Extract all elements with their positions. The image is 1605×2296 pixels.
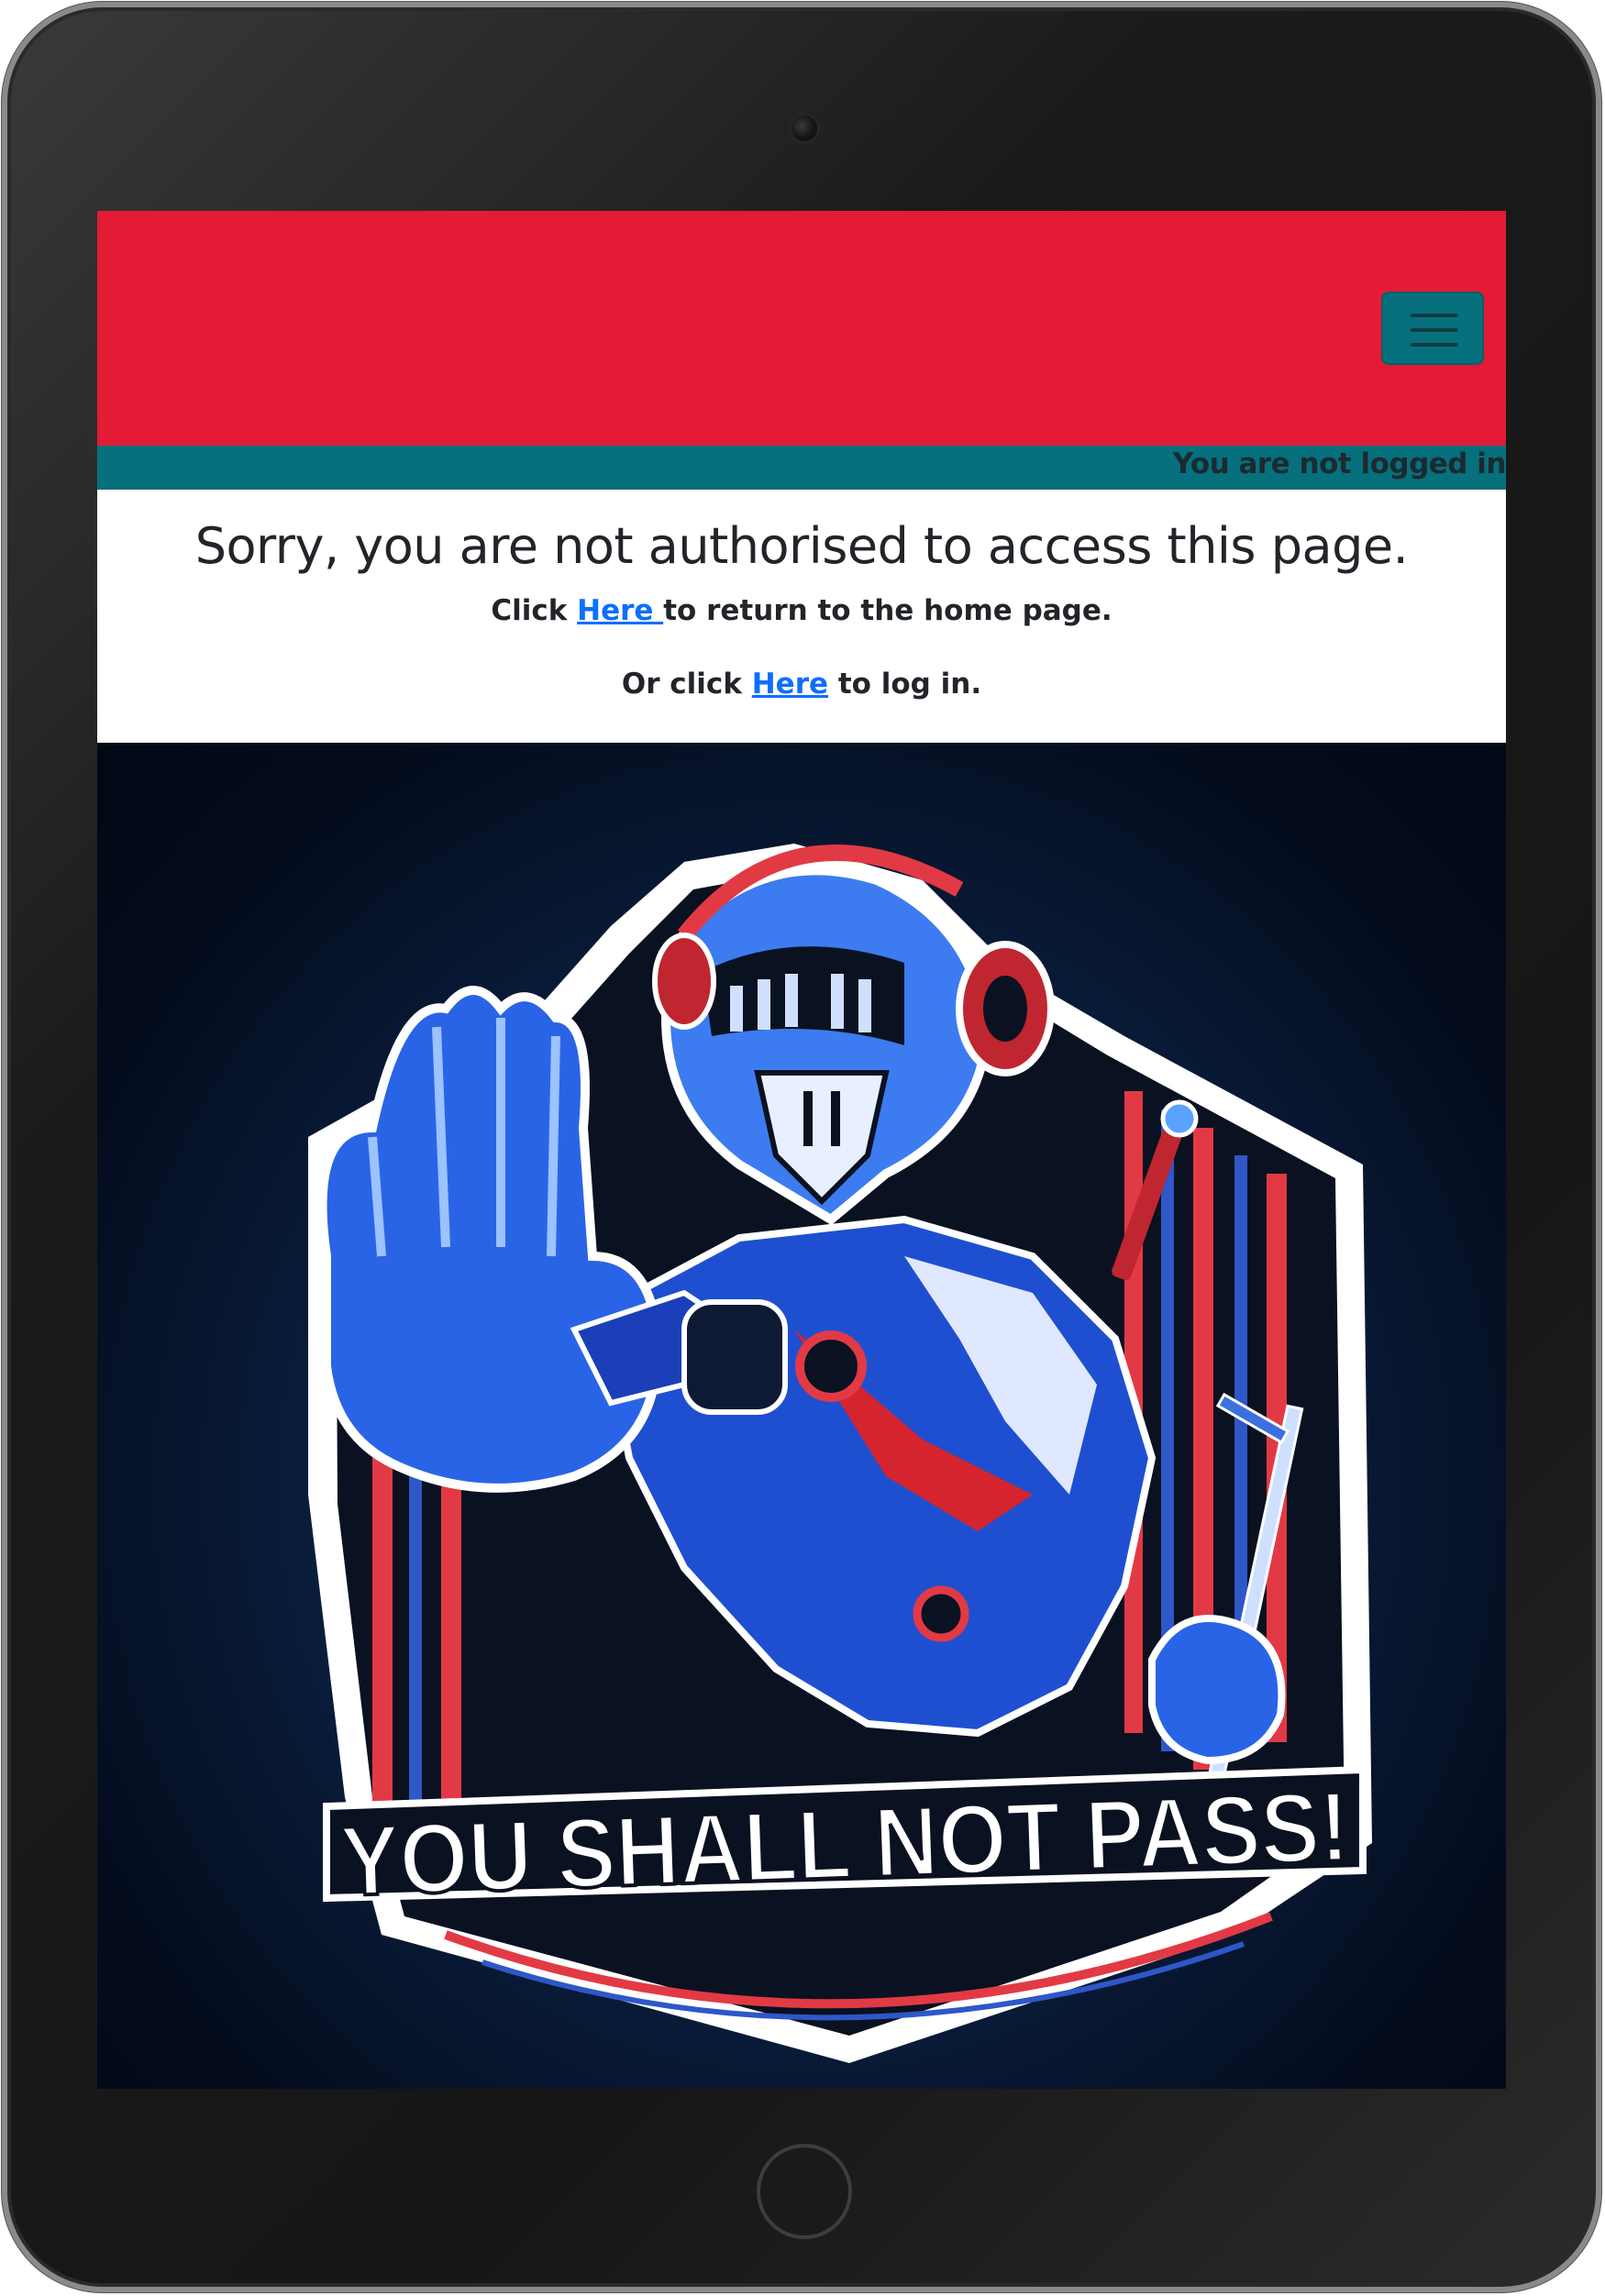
home-button[interactable] (757, 2144, 852, 2239)
menu-bar (1411, 343, 1458, 347)
camera-icon (791, 116, 817, 141)
login-suffix-text: to log in. (828, 668, 982, 701)
menu-bar (1411, 314, 1458, 317)
access-denied-panel: Sorry, you are not authorised to access … (97, 490, 1506, 743)
knight-illustration: YOU SHALL NOT PASS! (308, 844, 1372, 2063)
emblem (913, 1585, 969, 1642)
login-prefix-text: Or click (621, 668, 752, 701)
home-prefix-text: Click (491, 594, 578, 627)
login-status-text: You are not logged in (1172, 447, 1506, 480)
home-link-line: Click Here to return to the home page. (97, 594, 1506, 627)
login-link-line: Or click Here to log in. (97, 668, 1506, 701)
login-status-bar: You are not logged in (97, 446, 1506, 490)
emblem (795, 1330, 867, 1402)
site-header (97, 211, 1506, 446)
login-link[interactable]: Here (752, 668, 828, 701)
knight-mascot-image: YOU SHALL NOT PASS! (97, 743, 1506, 2089)
home-link[interactable]: Here (577, 594, 663, 627)
hamburger-menu-icon[interactable] (1381, 292, 1484, 365)
home-suffix-text: to return to the home page. (663, 594, 1112, 627)
tablet-frame: You are not logged in Sorry, you are not… (2, 2, 1601, 2292)
page-title: Sorry, you are not authorised to access … (194, 517, 1409, 575)
gauntlet (1148, 1615, 1286, 1765)
screen: You are not logged in Sorry, you are not… (97, 211, 1506, 2089)
menu-bar (1411, 328, 1458, 332)
